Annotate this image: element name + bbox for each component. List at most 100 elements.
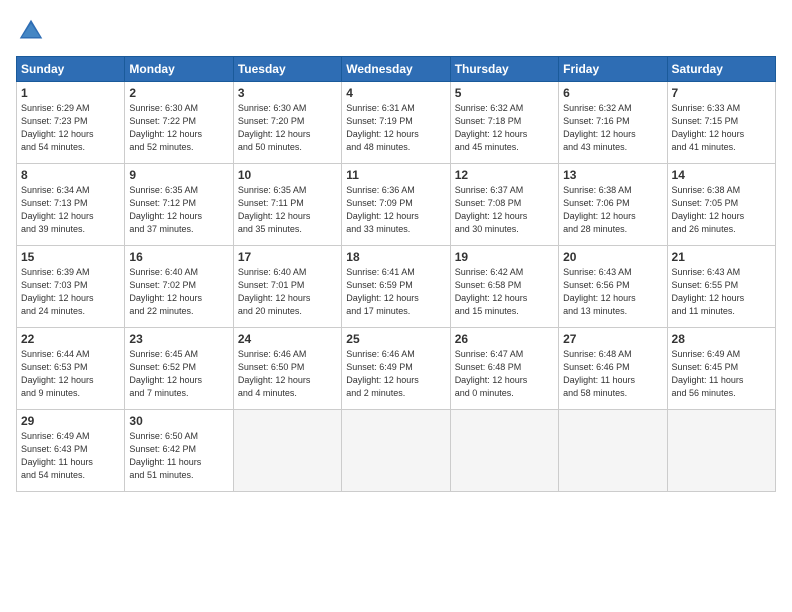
calendar-cell: 2Sunrise: 6:30 AM Sunset: 7:22 PM Daylig… <box>125 82 233 164</box>
day-number: 23 <box>129 332 228 346</box>
day-detail: Sunrise: 6:46 AM Sunset: 6:49 PM Dayligh… <box>346 348 445 400</box>
day-number: 9 <box>129 168 228 182</box>
calendar-cell: 30 Sunrise: 6:50 AM Sunset: 6:42 PM Dayli… <box>125 410 233 492</box>
day-number: 19 <box>455 250 554 264</box>
day-number: 11 <box>346 168 445 182</box>
day-detail: Sunrise: 6:32 AM Sunset: 7:18 PM Dayligh… <box>455 102 554 154</box>
calendar-cell: 9 Sunrise: 6:35 AM Sunset: 7:12 PM Daylig… <box>125 164 233 246</box>
day-header-tuesday: Tuesday <box>233 57 341 82</box>
day-number: 10 <box>238 168 337 182</box>
day-detail: Sunrise: 6:40 AM Sunset: 7:02 PM Dayligh… <box>129 266 228 318</box>
calendar-cell: 18Sunrise: 6:41 AM Sunset: 6:59 PM Dayli… <box>342 246 450 328</box>
day-detail: Sunrise: 6:35 AM Sunset: 7:11 PM Dayligh… <box>238 184 337 236</box>
day-detail: Sunrise: 6:41 AM Sunset: 6:59 PM Dayligh… <box>346 266 445 318</box>
calendar: SundayMondayTuesdayWednesdayThursdayFrid… <box>16 56 776 492</box>
day-number: 3 <box>238 86 337 100</box>
calendar-cell: 14Sunrise: 6:38 AM Sunset: 7:05 PM Dayli… <box>667 164 775 246</box>
day-detail: Sunrise: 6:48 AM Sunset: 6:46 PM Dayligh… <box>563 348 662 400</box>
day-detail: Sunrise: 6:30 AM Sunset: 7:22 PM Dayligh… <box>129 102 228 154</box>
day-detail: Sunrise: 6:39 AM Sunset: 7:03 PM Dayligh… <box>21 266 120 318</box>
day-number: 5 <box>455 86 554 100</box>
day-header-wednesday: Wednesday <box>342 57 450 82</box>
calendar-cell: 5 Sunrise: 6:32 AM Sunset: 7:18 PM Daylig… <box>450 82 558 164</box>
logo <box>16 16 50 46</box>
day-detail: Sunrise: 6:49 AM Sunset: 6:43 PM Dayligh… <box>21 430 120 482</box>
day-number: 15 <box>21 250 120 264</box>
day-header-thursday: Thursday <box>450 57 558 82</box>
day-detail: Sunrise: 6:34 AM Sunset: 7:13 PM Dayligh… <box>21 184 120 236</box>
calendar-cell: 29Sunrise: 6:49 AM Sunset: 6:43 PM Dayli… <box>17 410 125 492</box>
calendar-cell: 12Sunrise: 6:37 AM Sunset: 7:08 PM Dayli… <box>450 164 558 246</box>
day-number: 20 <box>563 250 662 264</box>
day-detail: Sunrise: 6:38 AM Sunset: 7:06 PM Dayligh… <box>563 184 662 236</box>
calendar-cell: 23Sunrise: 6:45 AM Sunset: 6:52 PM Dayli… <box>125 328 233 410</box>
day-detail: Sunrise: 6:43 AM Sunset: 6:55 PM Dayligh… <box>672 266 771 318</box>
day-number: 6 <box>563 86 662 100</box>
calendar-cell: 15 Sunrise: 6:39 AM Sunset: 7:03 PM Dayli… <box>17 246 125 328</box>
calendar-cell: 20 Sunrise: 6:43 AM Sunset: 6:56 PM Dayli… <box>559 246 667 328</box>
calendar-cell <box>559 410 667 492</box>
day-detail: Sunrise: 6:36 AM Sunset: 7:09 PM Dayligh… <box>346 184 445 236</box>
calendar-week-2: 15 Sunrise: 6:39 AM Sunset: 7:03 PM Dayli… <box>17 246 776 328</box>
calendar-week-0: 1 Sunrise: 6:29 AM Sunset: 7:23 PM Daylig… <box>17 82 776 164</box>
calendar-cell: 17Sunrise: 6:40 AM Sunset: 7:01 PM Dayli… <box>233 246 341 328</box>
calendar-cell: 26 Sunrise: 6:47 AM Sunset: 6:48 PM Dayli… <box>450 328 558 410</box>
day-detail: Sunrise: 6:43 AM Sunset: 6:56 PM Dayligh… <box>563 266 662 318</box>
day-number: 25 <box>346 332 445 346</box>
calendar-cell <box>450 410 558 492</box>
day-number: 16 <box>129 250 228 264</box>
calendar-cell <box>233 410 341 492</box>
day-number: 26 <box>455 332 554 346</box>
calendar-cell: 19 Sunrise: 6:42 AM Sunset: 6:58 PM Dayli… <box>450 246 558 328</box>
day-detail: Sunrise: 6:29 AM Sunset: 7:23 PM Dayligh… <box>21 102 120 154</box>
day-detail: Sunrise: 6:46 AM Sunset: 6:50 PM Dayligh… <box>238 348 337 400</box>
day-detail: Sunrise: 6:42 AM Sunset: 6:58 PM Dayligh… <box>455 266 554 318</box>
calendar-header-row: SundayMondayTuesdayWednesdayThursdayFrid… <box>17 57 776 82</box>
day-detail: Sunrise: 6:31 AM Sunset: 7:19 PM Dayligh… <box>346 102 445 154</box>
calendar-week-3: 22 Sunrise: 6:44 AM Sunset: 6:53 PM Dayli… <box>17 328 776 410</box>
day-detail: Sunrise: 6:44 AM Sunset: 6:53 PM Dayligh… <box>21 348 120 400</box>
calendar-cell: 24 Sunrise: 6:46 AM Sunset: 6:50 PM Dayli… <box>233 328 341 410</box>
calendar-cell: 13 Sunrise: 6:38 AM Sunset: 7:06 PM Dayli… <box>559 164 667 246</box>
day-number: 1 <box>21 86 120 100</box>
day-detail: Sunrise: 6:47 AM Sunset: 6:48 PM Dayligh… <box>455 348 554 400</box>
day-number: 22 <box>21 332 120 346</box>
day-number: 8 <box>21 168 120 182</box>
calendar-cell: 1 Sunrise: 6:29 AM Sunset: 7:23 PM Daylig… <box>17 82 125 164</box>
day-detail: Sunrise: 6:38 AM Sunset: 7:05 PM Dayligh… <box>672 184 771 236</box>
day-number: 7 <box>672 86 771 100</box>
day-header-saturday: Saturday <box>667 57 775 82</box>
calendar-cell: 4 Sunrise: 6:31 AM Sunset: 7:19 PM Daylig… <box>342 82 450 164</box>
day-number: 21 <box>672 250 771 264</box>
calendar-cell: 6 Sunrise: 6:32 AM Sunset: 7:16 PM Daylig… <box>559 82 667 164</box>
day-number: 4 <box>346 86 445 100</box>
day-detail: Sunrise: 6:32 AM Sunset: 7:16 PM Dayligh… <box>563 102 662 154</box>
day-number: 28 <box>672 332 771 346</box>
day-number: 13 <box>563 168 662 182</box>
calendar-cell: 27 Sunrise: 6:48 AM Sunset: 6:46 PM Dayli… <box>559 328 667 410</box>
calendar-cell: 7Sunrise: 6:33 AM Sunset: 7:15 PM Daylig… <box>667 82 775 164</box>
calendar-cell: 22 Sunrise: 6:44 AM Sunset: 6:53 PM Dayli… <box>17 328 125 410</box>
calendar-cell: 21 Sunrise: 6:43 AM Sunset: 6:55 PM Dayli… <box>667 246 775 328</box>
calendar-week-4: 29Sunrise: 6:49 AM Sunset: 6:43 PM Dayli… <box>17 410 776 492</box>
calendar-cell: 28Sunrise: 6:49 AM Sunset: 6:45 PM Dayli… <box>667 328 775 410</box>
calendar-cell: 10 Sunrise: 6:35 AM Sunset: 7:11 PM Dayli… <box>233 164 341 246</box>
day-number: 27 <box>563 332 662 346</box>
day-detail: Sunrise: 6:40 AM Sunset: 7:01 PM Dayligh… <box>238 266 337 318</box>
calendar-cell: 16 Sunrise: 6:40 AM Sunset: 7:02 PM Dayli… <box>125 246 233 328</box>
day-detail: Sunrise: 6:50 AM Sunset: 6:42 PM Dayligh… <box>129 430 228 482</box>
calendar-cell: 8 Sunrise: 6:34 AM Sunset: 7:13 PM Daylig… <box>17 164 125 246</box>
day-number: 24 <box>238 332 337 346</box>
calendar-week-1: 8 Sunrise: 6:34 AM Sunset: 7:13 PM Daylig… <box>17 164 776 246</box>
day-detail: Sunrise: 6:37 AM Sunset: 7:08 PM Dayligh… <box>455 184 554 236</box>
day-header-monday: Monday <box>125 57 233 82</box>
day-number: 30 <box>129 414 228 428</box>
day-detail: Sunrise: 6:35 AM Sunset: 7:12 PM Dayligh… <box>129 184 228 236</box>
logo-icon <box>16 16 46 46</box>
calendar-cell <box>342 410 450 492</box>
calendar-cell: 3 Sunrise: 6:30 AM Sunset: 7:20 PM Daylig… <box>233 82 341 164</box>
calendar-cell: 11 Sunrise: 6:36 AM Sunset: 7:09 PM Dayli… <box>342 164 450 246</box>
calendar-cell <box>667 410 775 492</box>
day-detail: Sunrise: 6:30 AM Sunset: 7:20 PM Dayligh… <box>238 102 337 154</box>
day-header-sunday: Sunday <box>17 57 125 82</box>
